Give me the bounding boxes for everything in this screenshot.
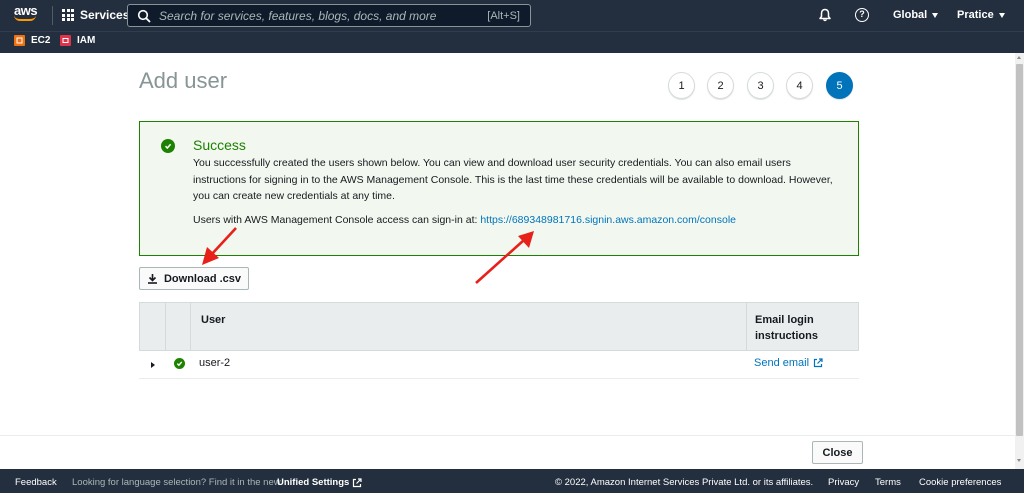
success-alert: Success You successfully created the use… <box>139 121 859 256</box>
external-link-icon <box>813 358 823 368</box>
download-icon <box>147 274 157 284</box>
step-5-active[interactable]: 5 <box>826 72 853 99</box>
copyright: © 2022, Amazon Internet Services Private… <box>555 477 814 488</box>
feedback-link[interactable]: Feedback <box>15 477 57 488</box>
external-link-icon <box>353 477 362 487</box>
user-name: user-2 <box>199 357 231 369</box>
row-success-icon <box>174 358 185 369</box>
success-message: You successfully created the users shown… <box>193 157 833 202</box>
success-title: Success <box>193 137 246 153</box>
search-input[interactable] <box>159 8 488 23</box>
favorite-iam[interactable]: IAM <box>60 35 95 46</box>
download-csv-button[interactable]: Download .csv <box>139 267 249 290</box>
step-4[interactable]: 4 <box>786 72 813 99</box>
region-selector[interactable]: Global <box>893 9 939 21</box>
step-2[interactable]: 2 <box>707 72 734 99</box>
vertical-scrollbar[interactable] <box>1015 53 1024 469</box>
step-1[interactable]: 1 <box>668 72 695 99</box>
account-menu[interactable]: Pratice <box>957 9 1005 21</box>
close-button[interactable]: Close <box>812 441 863 464</box>
scroll-up-arrow-icon[interactable] <box>1017 56 1021 59</box>
send-email-link[interactable]: Send email <box>754 357 823 369</box>
services-menu-button[interactable]: Services <box>62 8 129 22</box>
table-row: user-2 Send email <box>139 351 859 379</box>
send-email-label: Send email <box>754 357 810 369</box>
favorites-bar: EC2 IAM <box>0 31 1024 53</box>
favorite-ec2[interactable]: EC2 <box>14 35 50 46</box>
success-check-icon <box>161 139 175 153</box>
terms-link[interactable]: Terms <box>875 477 901 488</box>
table-header: User Email login instructions <box>139 302 859 351</box>
column-divider <box>746 303 747 350</box>
console-footer: Feedback Looking for language selection?… <box>0 469 1024 493</box>
nav-divider <box>52 6 53 25</box>
step-3[interactable]: 3 <box>747 72 774 99</box>
column-divider <box>165 303 166 350</box>
help-icon[interactable]: ? <box>855 8 869 22</box>
ec2-icon <box>14 35 25 46</box>
expand-row-icon[interactable] <box>151 362 155 368</box>
search-icon <box>137 9 151 23</box>
unified-settings-link[interactable]: Unified Settings <box>277 477 362 488</box>
search-shortcut: [Alt+S] <box>487 9 520 22</box>
page-title: Add user <box>139 68 228 93</box>
iam-icon <box>60 35 71 46</box>
signin-info: Users with AWS Management Console access… <box>193 214 736 226</box>
caret-down-icon <box>932 12 939 18</box>
services-label: Services <box>80 8 130 22</box>
cookie-preferences-link[interactable]: Cookie preferences <box>919 477 1001 488</box>
scroll-thumb[interactable] <box>1016 64 1023 436</box>
header-email-login: Email login instructions <box>755 314 818 342</box>
favorite-label: EC2 <box>31 35 51 46</box>
favorite-label: IAM <box>77 35 96 46</box>
column-divider <box>190 303 191 350</box>
grid-icon <box>62 9 74 21</box>
top-navigation: aws Services [Alt+S] ? Global Pratice <box>0 0 1024 31</box>
account-label: Pratice <box>957 9 994 21</box>
privacy-link[interactable]: Privacy <box>828 477 859 488</box>
header-user: User <box>201 314 226 326</box>
aws-logo[interactable]: aws <box>14 4 40 25</box>
caret-down-icon <box>998 12 1005 18</box>
download-label: Download .csv <box>163 272 242 285</box>
users-table: User Email login instructions user-2 Sen… <box>139 302 859 379</box>
search-box[interactable]: [Alt+S] <box>127 4 531 27</box>
region-label: Global <box>893 9 928 21</box>
notification-bell-icon[interactable] <box>818 8 832 22</box>
unified-settings-label: Unified Settings <box>277 477 350 488</box>
console-signin-link[interactable]: https://689348981716.signin.aws.amazon.c… <box>480 214 736 226</box>
signin-prefix: Users with AWS Management Console access… <box>193 214 478 226</box>
scroll-down-arrow-icon[interactable] <box>1017 459 1021 462</box>
language-notice: Looking for language selection? Find it … <box>72 477 281 488</box>
